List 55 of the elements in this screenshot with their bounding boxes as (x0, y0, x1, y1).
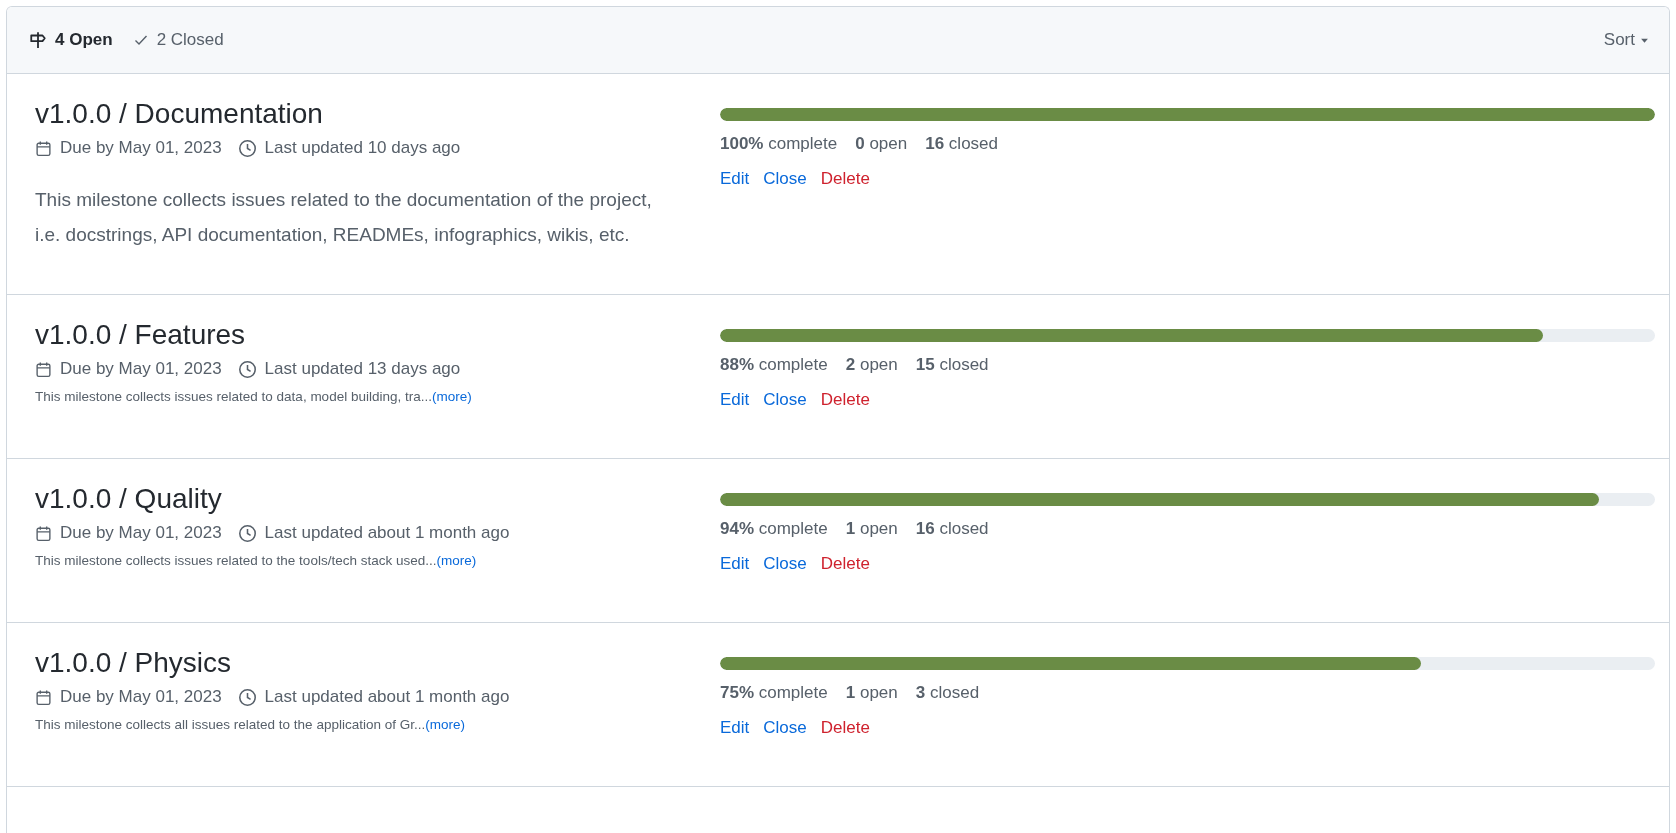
milestone-title[interactable]: v1.0.0 / Quality (35, 481, 720, 517)
filter-tab[interactable]: 2 Closed (132, 30, 224, 50)
last-updated: Last updated 10 days ago (264, 137, 461, 159)
progress-stat: 100% complete (720, 133, 838, 155)
signpost-icon (29, 31, 47, 49)
clock-icon (237, 138, 257, 158)
progress-stat: 94% complete (720, 518, 828, 540)
milestone-title[interactable]: v1.0.0 / Documentation (35, 96, 720, 132)
milestone-title[interactable]: v1.0.0 / Physics (35, 645, 720, 681)
last-updated: Last updated about 1 month ago (264, 686, 510, 708)
more-link[interactable]: (more) (425, 717, 465, 732)
due-date: Due by May 01, 2023 (60, 358, 222, 380)
progress-stat: 88% complete (720, 354, 828, 376)
progress-stat: 1 open (845, 518, 898, 540)
due-date: Due by May 01, 2023 (60, 686, 222, 708)
sort-button[interactable]: Sort (1603, 30, 1649, 50)
progress-stat: 75% complete (720, 682, 828, 704)
progress-stat: 16 closed (925, 133, 998, 155)
action-link[interactable]: Close (763, 554, 807, 574)
milestone-title[interactable]: v1.0.0 / Features (35, 317, 720, 353)
progress-stat: 15 closed (915, 354, 989, 376)
calendar-icon (35, 688, 52, 706)
milestone-description: This milestone collects issues related to data, model building, tra... (35, 389, 432, 404)
action-link[interactable]: Delete (820, 390, 870, 410)
clock-icon (237, 359, 257, 379)
action-link[interactable]: Delete (820, 718, 870, 738)
more-link[interactable]: (more) (431, 389, 472, 404)
action-link[interactable]: Close (763, 390, 807, 410)
calendar-icon (35, 139, 52, 157)
milestone-description: This milestone collects issues related to the tools/tech stack used... (35, 553, 437, 568)
action-link[interactable]: Close (763, 718, 807, 738)
last-updated: Last updated about 1 month ago (264, 522, 510, 544)
progress-stat: 0 open (855, 133, 908, 155)
due-date: Due by May 01, 2023 (60, 137, 222, 159)
progress-stat: 3 closed (915, 682, 980, 704)
clock-icon (237, 523, 257, 543)
filter-tab[interactable]: 4 Open (29, 30, 113, 50)
progress-stat: 2 open (845, 354, 898, 376)
due-date: Due by May 01, 2023 (60, 522, 222, 544)
progress-stat: 1 open (845, 682, 898, 704)
action-link[interactable]: Close (763, 169, 807, 189)
milestone-description: This milestone collects issues related to the documentation of the project, i.e. docstrings, API documentation, READMEs, infographics, wikis, etc. (35, 188, 653, 247)
progress-stat: 16 closed (915, 518, 989, 540)
action-link[interactable]: Delete (820, 554, 870, 574)
last-updated: Last updated 13 days ago (264, 358, 461, 380)
clock-icon (237, 687, 257, 707)
more-link[interactable]: (more) (436, 553, 477, 568)
action-link[interactable]: Edit (720, 554, 750, 574)
action-link[interactable]: Edit (720, 169, 750, 189)
action-link[interactable]: Edit (720, 390, 750, 410)
action-link[interactable]: Edit (720, 718, 750, 738)
action-link[interactable]: Delete (820, 169, 870, 189)
calendar-icon (35, 524, 52, 542)
calendar-icon (35, 360, 52, 378)
milestone-description: This milestone collects all issues related to the application of Gr... (35, 717, 426, 732)
